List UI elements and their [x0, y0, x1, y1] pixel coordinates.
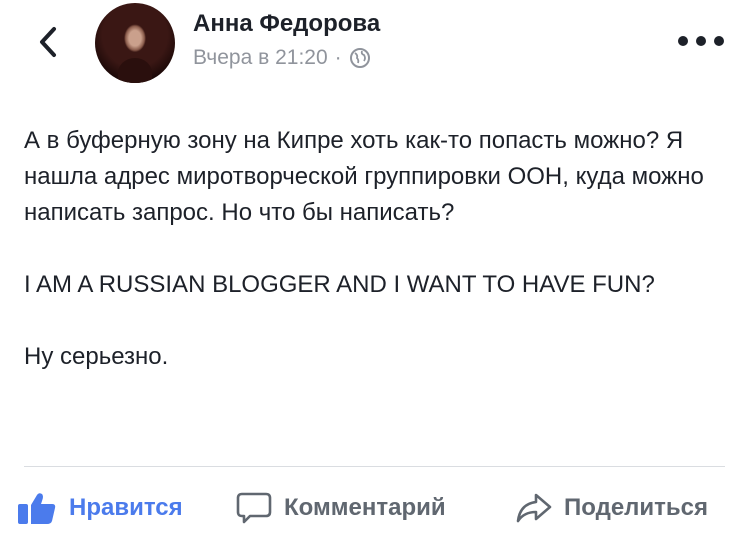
post-header: Анна Федорова Вчера в 21:20 ·	[0, 0, 749, 100]
author-name[interactable]: Анна Федорова	[193, 10, 380, 38]
share-label: Поделиться	[564, 494, 709, 521]
share-button[interactable]: Поделиться	[516, 486, 708, 530]
like-label: Нравится	[69, 494, 183, 521]
more-options-button[interactable]	[678, 30, 724, 52]
more-dot	[696, 36, 706, 46]
more-dot	[678, 36, 688, 46]
share-arrow-icon	[516, 492, 552, 524]
post-timestamp[interactable]: Вчера в 21:20	[193, 46, 328, 70]
comment-label: Комментарий	[284, 494, 446, 521]
globe-icon	[349, 47, 371, 69]
meta-separator: ·	[334, 46, 342, 69]
post-paragraph: I AM A RUSSIAN BLOGGER AND I WANT TO HAV…	[24, 271, 655, 298]
like-button[interactable]: Нравится	[17, 486, 183, 530]
post-paragraph: А в буферную зону на Кипре хоть как-то п…	[24, 127, 704, 226]
more-dot	[714, 36, 724, 46]
divider	[24, 466, 725, 467]
post-meta: Вчера в 21:20 ·	[193, 46, 371, 70]
post-actions-bar: Нравится Комментарий Поделиться	[0, 476, 749, 540]
comment-button[interactable]: Комментарий	[236, 486, 446, 530]
back-button[interactable]	[30, 22, 66, 62]
post-text: А в буферную зону на Кипре хоть как-то п…	[24, 123, 724, 375]
author-avatar[interactable]	[95, 3, 175, 83]
comment-bubble-icon	[236, 491, 272, 525]
thumbs-up-icon	[17, 491, 57, 525]
chevron-left-icon	[40, 27, 56, 57]
post-paragraph: Ну серьезно.	[24, 343, 169, 370]
